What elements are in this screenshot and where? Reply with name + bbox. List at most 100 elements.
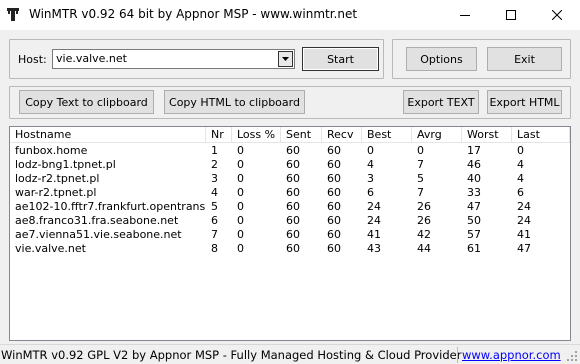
options-button[interactable]: Options	[406, 47, 477, 71]
maximize-button[interactable]	[488, 0, 534, 30]
last-cell: 24	[517, 214, 531, 227]
sent-cell: 60	[286, 242, 300, 255]
table-row[interactable]: vie.valve.net 8 0 60 60 43 44 61 47	[10, 242, 570, 256]
best-cell: 24	[367, 214, 381, 227]
hostname-cell: war-r2.tpnet.pl	[15, 186, 97, 199]
table-row[interactable]: lodz-bng1.tpnet.pl 2 0 60 60 4 7 46 4	[10, 158, 570, 172]
minimize-icon	[460, 15, 470, 16]
recv-cell: 60	[327, 228, 341, 241]
column-header[interactable]: Nr	[206, 127, 232, 143]
app-icon	[7, 8, 19, 21]
worst-cell: 57	[467, 228, 481, 241]
last-cell: 6	[517, 186, 524, 199]
column-header[interactable]: Worst	[462, 127, 512, 143]
host-combo[interactable]: vie.valve.net	[52, 49, 295, 69]
loss-cell: 0	[237, 228, 244, 241]
hostname-cell: lodz-bng1.tpnet.pl	[15, 158, 116, 171]
avrg-cell: 44	[417, 242, 431, 255]
avrg-cell: 42	[417, 228, 431, 241]
start-button[interactable]: Start	[302, 47, 379, 71]
loss-cell: 0	[237, 144, 244, 157]
worst-cell: 47	[467, 200, 481, 213]
dropdown-button[interactable]	[278, 51, 293, 67]
avrg-cell: 26	[417, 200, 431, 213]
column-header[interactable]: Hostname	[10, 127, 206, 143]
last-cell: 0	[517, 144, 524, 157]
table-row[interactable]: funbox.home 1 0 60 60 0 0 17 0	[10, 144, 570, 158]
loss-cell: 0	[237, 214, 244, 227]
worst-cell: 61	[467, 242, 481, 255]
loss-cell: 0	[237, 200, 244, 213]
nr-cell: 6	[211, 214, 218, 227]
loss-cell: 0	[237, 172, 244, 185]
close-button[interactable]	[534, 0, 580, 30]
column-header[interactable]: Avrg	[412, 127, 462, 143]
best-cell: 4	[367, 158, 374, 171]
sent-cell: 60	[286, 144, 300, 157]
avrg-cell: 7	[417, 186, 424, 199]
host-label: Host:	[18, 53, 47, 66]
sent-cell: 60	[286, 186, 300, 199]
avrg-cell: 0	[417, 144, 424, 157]
last-cell: 4	[517, 158, 524, 171]
sent-cell: 60	[286, 214, 300, 227]
best-cell: 6	[367, 186, 374, 199]
hostname-cell: ae102-10.fftr7.frankfurt.opentransit.net	[15, 200, 206, 213]
sent-cell: 60	[286, 228, 300, 241]
sent-cell: 60	[286, 200, 300, 213]
resize-grip-icon[interactable]	[566, 350, 578, 362]
table-row[interactable]: ae7.vienna51.vie.seabone.net 7 0 60 60 4…	[10, 228, 570, 242]
column-header[interactable]: Best	[362, 127, 412, 143]
recv-cell: 60	[327, 144, 341, 157]
hostname-cell: ae7.vienna51.vie.seabone.net	[15, 228, 182, 241]
column-header[interactable]: Recv	[322, 127, 362, 143]
minimize-button[interactable]	[442, 0, 488, 30]
best-cell: 41	[367, 228, 381, 241]
nr-cell: 2	[211, 158, 218, 171]
table-row[interactable]: ae102-10.fftr7.frankfurt.opentransit.net…	[10, 200, 570, 214]
last-cell: 24	[517, 200, 531, 213]
table-row[interactable]: ae8.franco31.fra.seabone.net 6 0 60 60 2…	[10, 214, 570, 228]
best-cell: 43	[367, 242, 381, 255]
loss-cell: 0	[237, 242, 244, 255]
avrg-cell: 7	[417, 158, 424, 171]
recv-cell: 60	[327, 242, 341, 255]
worst-cell: 40	[467, 172, 481, 185]
hostname-cell: funbox.home	[15, 144, 88, 157]
export-text-button[interactable]: Export TEXT	[403, 90, 479, 114]
sent-cell: 60	[286, 172, 300, 185]
loss-cell: 0	[237, 158, 244, 171]
last-cell: 41	[517, 228, 531, 241]
nr-cell: 7	[211, 228, 218, 241]
copy-text-button[interactable]: Copy Text to clipboard	[19, 90, 154, 114]
status-text: WinMTR v0.92 GPL V2 by Appnor MSP - Full…	[1, 348, 462, 362]
export-html-button[interactable]: Export HTML	[487, 90, 562, 114]
nr-cell: 3	[211, 172, 218, 185]
column-header[interactable]: Last	[512, 127, 570, 143]
loss-cell: 0	[237, 186, 244, 199]
results-table[interactable]: Hostname Nr Loss % Sent Recv Best Avrg W…	[9, 126, 571, 341]
column-header[interactable]: Loss %	[232, 127, 281, 143]
window-title: WinMTR v0.92 64 bit by Appnor MSP - www.…	[29, 7, 358, 21]
worst-cell: 17	[467, 144, 481, 157]
table-row[interactable]: lodz-r2.tpnet.pl 3 0 60 60 3 5 40 4	[10, 172, 570, 186]
best-cell: 0	[367, 144, 374, 157]
recv-cell: 60	[327, 172, 341, 185]
title-bar: WinMTR v0.92 64 bit by Appnor MSP - www.…	[0, 0, 580, 30]
appnor-link[interactable]: www.appnor.com	[462, 348, 561, 362]
worst-cell: 33	[467, 186, 481, 199]
exit-button[interactable]: Exit	[487, 47, 562, 71]
copy-html-button[interactable]: Copy HTML to clipboard	[164, 90, 305, 114]
status-bar: WinMTR v0.92 GPL V2 by Appnor MSP - Full…	[0, 344, 580, 364]
last-cell: 47	[517, 242, 531, 255]
status-separator	[457, 347, 458, 363]
avrg-cell: 26	[417, 214, 431, 227]
nr-cell: 8	[211, 242, 218, 255]
column-header[interactable]: Sent	[281, 127, 322, 143]
best-cell: 3	[367, 172, 374, 185]
maximize-icon	[506, 10, 516, 20]
table-header: Hostname Nr Loss % Sent Recv Best Avrg W…	[10, 127, 570, 143]
host-input-value[interactable]: vie.valve.net	[56, 52, 127, 65]
sent-cell: 60	[286, 158, 300, 171]
table-row[interactable]: war-r2.tpnet.pl 4 0 60 60 6 7 33 6	[10, 186, 570, 200]
